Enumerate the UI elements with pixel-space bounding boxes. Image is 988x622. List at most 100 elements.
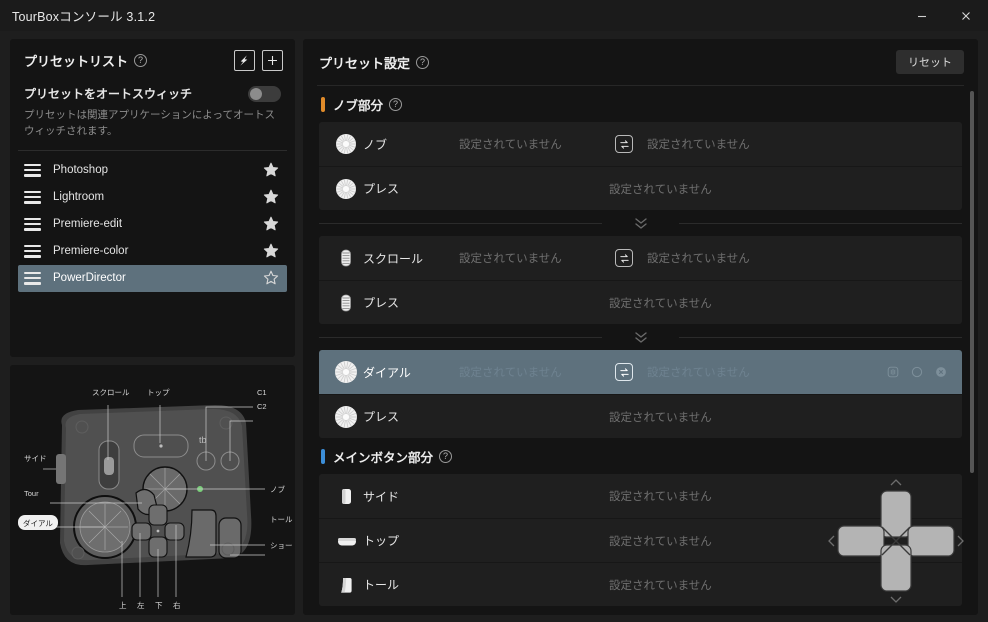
- device-diagram-panel: tb スクロール トップ C1 C2 サイド Tour ノブ トール ショー 上…: [10, 365, 295, 615]
- drag-handle-icon[interactable]: [24, 244, 41, 258]
- auto-switch-toggle[interactable]: [248, 85, 281, 102]
- settings-group: スクロール 設定されていません 設定されていません プレス 設定されていません: [319, 236, 962, 324]
- settings-scroll-area[interactable]: ノブ部分? ノブ 設定されていません 設定されていません プレス 設定されていません スクロ…: [303, 86, 978, 615]
- diagram-label-tall: トール: [270, 515, 293, 524]
- settings-row[interactable]: サイド 設定されていません: [319, 474, 962, 518]
- settings-help-icon[interactable]: ?: [416, 55, 430, 69]
- button-icon: [329, 573, 363, 597]
- title-bar: TourBoxコンソール 3.1.2: [0, 0, 988, 31]
- settings-row-label: トップ: [363, 534, 400, 548]
- row-value-center[interactable]: 設定されていません: [609, 577, 712, 593]
- favorite-star-icon[interactable]: [263, 270, 279, 286]
- section-help-icon[interactable]: ?: [389, 97, 403, 111]
- add-preset-icon[interactable]: [262, 49, 283, 71]
- row-value-center[interactable]: 設定されていません: [609, 409, 712, 425]
- help-icon[interactable]: ?: [134, 53, 148, 67]
- settings-row-label: プレス: [363, 182, 400, 196]
- row-value-center[interactable]: 設定されていません: [609, 533, 712, 549]
- preset-item-lightroom[interactable]: Lightroom: [18, 184, 287, 211]
- diagram-label-top: トップ: [147, 388, 170, 397]
- row-value-left[interactable]: 設定されていません: [459, 136, 609, 152]
- chevron-double-down-icon: [634, 218, 647, 229]
- settings-group: ノブ 設定されていません 設定されていません プレス 設定されていません: [319, 122, 962, 210]
- settings-row[interactable]: プレス 設定されていません: [319, 166, 962, 210]
- settings-row[interactable]: プレス 設定されていません: [319, 394, 962, 438]
- import-preset-icon[interactable]: [234, 49, 255, 71]
- haptic-icon[interactable]: [886, 365, 900, 379]
- auto-switch-row: プリセットをオートスウィッチ: [24, 85, 281, 102]
- section-header: ノブ部分?: [319, 86, 962, 122]
- diagram-label-down: 下: [155, 601, 163, 610]
- diagram-label-dial-highlight: ダイアル: [18, 515, 58, 530]
- row-value-left[interactable]: 設定されていません: [459, 364, 609, 380]
- diagram-label-right: 右: [173, 600, 181, 610]
- knob-icon: [329, 177, 363, 201]
- app-window: TourBoxコンソール 3.1.2 プリセットリスト ? プリセットをオートス…: [0, 0, 988, 622]
- row-value-center[interactable]: 設定されていません: [609, 488, 712, 504]
- settings-row[interactable]: ダイアル 設定されていません 設定されていません: [319, 350, 962, 394]
- preset-item-label: Premiere-edit: [53, 218, 123, 230]
- auto-switch-section: プリセットをオートスウィッチ プリセットは関連アプリケーションによってオートスウ…: [10, 81, 295, 140]
- preset-item-premiere-edit[interactable]: Premiere-edit: [18, 211, 287, 238]
- favorite-star-icon[interactable]: [263, 189, 279, 205]
- row-value-left[interactable]: 設定されていません: [459, 250, 609, 266]
- preset-item-photoshop[interactable]: Photoshop: [18, 157, 287, 184]
- section-help-icon[interactable]: ?: [439, 449, 453, 463]
- preset-item-label: Lightroom: [53, 191, 105, 203]
- preset-list-header: プリセットリスト ?: [10, 39, 295, 81]
- settings-row-label: スクロール: [363, 251, 424, 266]
- diagram-label-c2: C2: [257, 402, 267, 411]
- preset-item-label: PowerDirector: [53, 272, 126, 284]
- row-value-center[interactable]: 設定されていません: [609, 295, 712, 311]
- preset-item-premiere-color[interactable]: Premiere-color: [18, 238, 287, 265]
- preset-item-powerdirector[interactable]: PowerDirector: [18, 264, 287, 292]
- reset-button[interactable]: リセット: [896, 50, 964, 74]
- preset-item-label: Photoshop: [53, 164, 108, 176]
- diagram-label-short: ショート: [270, 541, 295, 550]
- settings-row[interactable]: トップ 設定されていません: [319, 518, 962, 562]
- swap-icon[interactable]: [615, 249, 633, 267]
- settings-title: プリセット設定: [319, 55, 411, 71]
- row-value-center[interactable]: 設定されていません: [609, 181, 712, 197]
- scroll-icon: [329, 291, 363, 315]
- section-color-bar: [321, 448, 325, 464]
- favorite-star-icon[interactable]: [263, 216, 279, 232]
- side-button-shape: [56, 454, 66, 484]
- settings-row[interactable]: トール 設定されていません: [319, 562, 962, 606]
- settings-row-label: プレス: [363, 296, 400, 310]
- diagram-label-side: サイド: [24, 454, 47, 463]
- row-value-right[interactable]: 設定されていません: [639, 250, 948, 266]
- swap-icon[interactable]: [615, 363, 633, 381]
- drag-handle-icon[interactable]: [24, 163, 41, 177]
- svg-text:tb: tb: [199, 435, 207, 445]
- close-button[interactable]: [944, 0, 988, 31]
- diagram-label-knob: ノブ: [270, 484, 285, 494]
- favorite-star-icon[interactable]: [263, 243, 279, 259]
- record-icon[interactable]: [910, 365, 924, 379]
- swap-icon[interactable]: [615, 135, 633, 153]
- row-value-right[interactable]: 設定されていません: [639, 364, 886, 380]
- clear-icon[interactable]: [934, 365, 948, 379]
- settings-row[interactable]: プレス 設定されていません: [319, 280, 962, 324]
- favorite-star-icon[interactable]: [263, 162, 279, 178]
- drag-handle-icon[interactable]: [24, 217, 41, 231]
- group-separator[interactable]: [319, 324, 962, 350]
- group-separator[interactable]: [319, 210, 962, 236]
- settings-row-label: トール: [363, 578, 400, 592]
- settings-row[interactable]: ノブ 設定されていません 設定されていません: [319, 122, 962, 166]
- button-icon: [329, 484, 363, 508]
- diagram-label-c1: C1: [257, 388, 267, 397]
- preset-list-title: プリセットリスト: [24, 53, 129, 69]
- scrollbar-thumb[interactable]: [970, 91, 974, 473]
- settings-row-label: プレス: [363, 410, 400, 424]
- diagram-label-left: 左: [137, 600, 145, 610]
- row-value-right[interactable]: 設定されていません: [639, 136, 948, 152]
- drag-handle-icon[interactable]: [24, 190, 41, 204]
- dial-icon: [329, 360, 363, 384]
- window-controls: [900, 0, 988, 31]
- settings-row[interactable]: スクロール 設定されていません 設定されていません: [319, 236, 962, 280]
- diagram-label-scroll: スクロール: [92, 388, 130, 397]
- settings-scrollbar[interactable]: [970, 91, 974, 607]
- drag-handle-icon[interactable]: [24, 271, 41, 285]
- minimize-button[interactable]: [900, 0, 944, 31]
